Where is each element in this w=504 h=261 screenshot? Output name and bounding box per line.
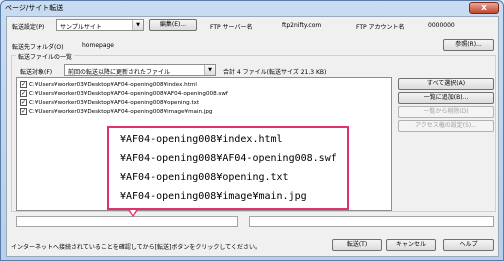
access-rights-button[interactable]: アクセス権の設定(S)... <box>398 120 494 132</box>
list-item[interactable]: ✓ C:¥Users¥worker03¥Desktop¥AF04-opening… <box>20 98 199 107</box>
settings-select[interactable]: サンプルサイト ▼ <box>56 19 144 31</box>
close-button[interactable]: x <box>469 2 499 14</box>
chevron-down-icon: ▼ <box>132 20 143 30</box>
zoom-line: ¥AF04-opening008¥opening.txt <box>120 172 289 183</box>
help-button[interactable]: ヘルプ <box>443 239 494 251</box>
zoom-line: ¥AF04-opening008¥AF04-opening008.swf <box>120 153 337 164</box>
footer-message: インターネットへ接続されていることを確認してから[転送]ボタンをクリックしてくだ… <box>11 244 261 251</box>
checkbox[interactable]: ✓ <box>20 108 27 115</box>
ftp-server-label: FTP サーバー名 <box>210 24 253 31</box>
target-select[interactable]: 前回の転送以降に更新されたファイル ▼ <box>64 64 216 76</box>
file-path: C:¥Users¥worker03¥Desktop¥AF04-opening00… <box>29 99 200 106</box>
callout-pointer-inner <box>130 210 136 215</box>
ftp-account-value: 0000000 <box>428 22 455 29</box>
file-path: C:¥Users¥worker03¥Desktop¥AF04-opening00… <box>29 81 197 88</box>
file-path: C:¥Users¥worker03¥Desktop¥AF04-opening00… <box>29 108 213 115</box>
progress-bar-total <box>249 216 494 227</box>
list-item[interactable]: ✓ C:¥Users¥worker03¥Desktop¥AF04-opening… <box>20 89 228 98</box>
checkbox[interactable]: ✓ <box>20 90 27 97</box>
add-batch-button[interactable]: 一覧に追加(B)... <box>398 92 494 104</box>
settings-label: 転送設定(P) <box>12 24 45 31</box>
ftp-account-label: FTP アカウント名 <box>356 24 405 31</box>
ftp-server-value: ftp2nifty.com <box>282 22 322 29</box>
settings-select-value: サンプルサイト <box>60 24 102 31</box>
cancel-button[interactable]: キャンセル <box>386 239 436 251</box>
select-all-button[interactable]: すべて選択(A) <box>398 78 494 90</box>
list-item[interactable]: ✓ C:¥Users¥worker03¥Desktop¥AF04-opening… <box>20 107 212 116</box>
folder-label: 転送先フォルダ(O) <box>12 44 64 51</box>
checkbox[interactable]: ✓ <box>20 99 27 106</box>
progress-bar-file <box>16 216 238 227</box>
zoom-line: ¥AF04-opening008¥index.html <box>120 134 283 145</box>
remove-button[interactable]: 一覧から削除(D) <box>398 106 494 118</box>
folder-value: homepage <box>82 42 114 49</box>
target-select-value: 前回の転送以降に更新されたファイル <box>68 69 171 76</box>
browse-button[interactable]: 参照(R)... <box>443 39 494 51</box>
total-summary: 合計 4 ファイル(転送サイズ 21.3 KB) <box>223 69 327 76</box>
target-label: 転送対象(F) <box>20 69 53 76</box>
transfer-button[interactable]: 転送(T) <box>332 239 382 251</box>
edit-button[interactable]: 編集(E)... <box>149 19 197 31</box>
list-item[interactable]: ✓ C:¥Users¥worker03¥Desktop¥AF04-opening… <box>20 80 197 89</box>
title-bar: ページ/サイト転送 x <box>1 1 503 14</box>
file-list-group-label: 転送ファイルの一覧 <box>16 52 75 61</box>
zoom-callout: ¥AF04-opening008¥index.html ¥AF04-openin… <box>107 126 349 210</box>
zoom-line: ¥AF04-opening008¥image¥main.jpg <box>120 191 307 202</box>
checkbox[interactable]: ✓ <box>20 81 27 88</box>
chevron-down-icon: ▼ <box>204 65 215 75</box>
file-path: C:¥Users¥worker03¥Desktop¥AF04-opening00… <box>29 90 228 97</box>
window-title: ページ/サイト転送 <box>5 4 64 12</box>
